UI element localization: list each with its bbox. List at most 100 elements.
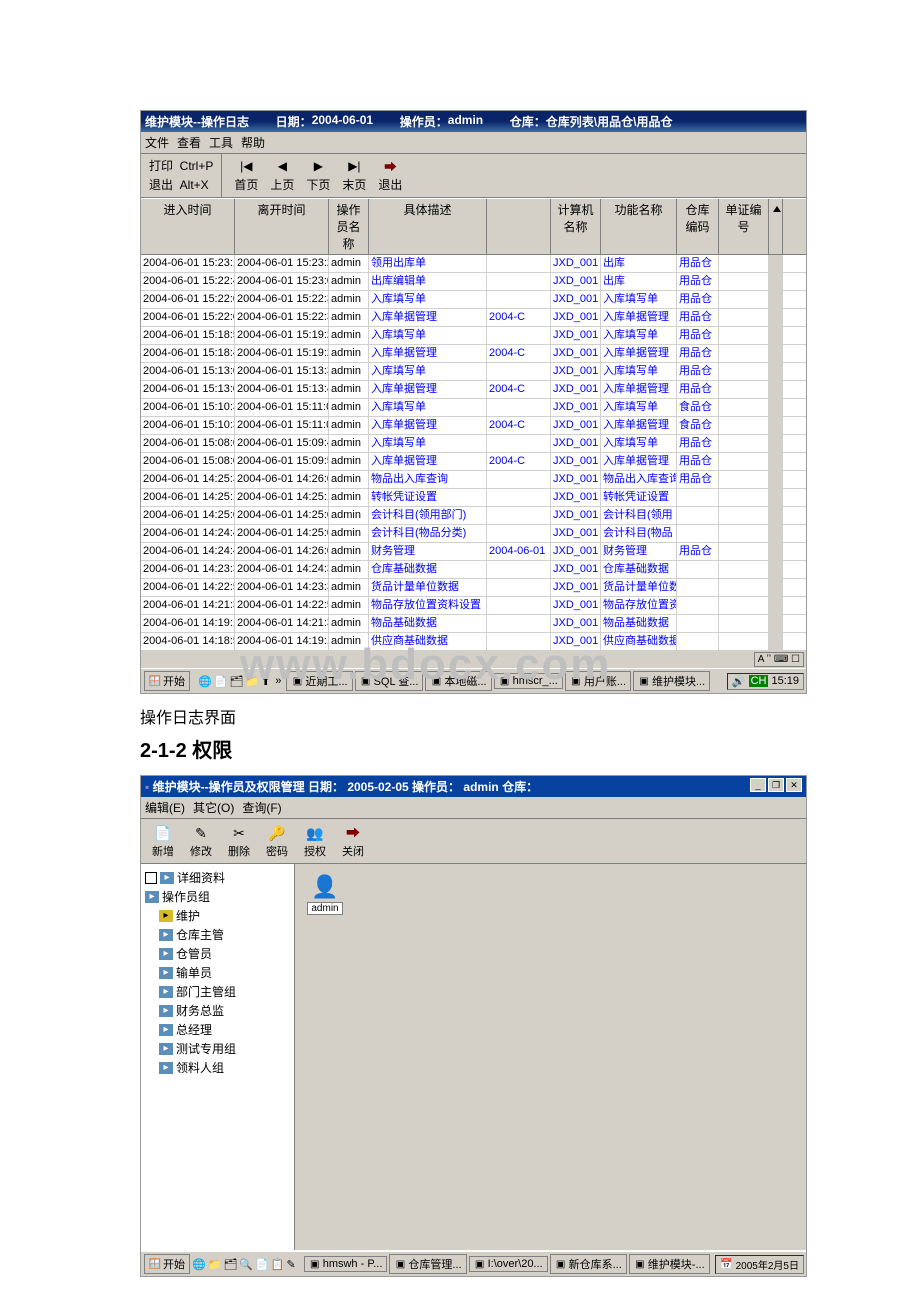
table-row[interactable]: 2004-06-01 15:08:052004-06-01 15:09:49ad…: [141, 435, 806, 453]
table-row[interactable]: 2004-06-01 15:08:022004-06-01 15:09:58ad…: [141, 453, 806, 471]
task-item[interactable]: ▣本地磁...: [425, 671, 491, 691]
task-item[interactable]: ▣I:\over\20...: [469, 1256, 548, 1272]
task-item[interactable]: ▣维护模块-...: [629, 1254, 710, 1274]
table-row[interactable]: 2004-06-01 15:18:472004-06-01 15:19:24ad…: [141, 345, 806, 363]
tree-node[interactable]: ▸测试专用组: [145, 1039, 290, 1058]
table-row[interactable]: 2004-06-01 15:22:002004-06-01 15:22:34ad…: [141, 309, 806, 327]
task-item[interactable]: ▣仓库管理...: [389, 1254, 466, 1274]
task-item[interactable]: ▣SQL 查...: [355, 671, 424, 691]
table-row[interactable]: 2004-06-01 14:24:452004-06-01 14:26:08ad…: [141, 543, 806, 561]
scrollbar[interactable]: [769, 399, 783, 416]
quicklaunch-icon[interactable]: 📄: [214, 675, 228, 688]
task-item[interactable]: ▣近期工...: [286, 671, 352, 691]
table-row[interactable]: 2004-06-01 14:25:112004-06-01 14:25:15ad…: [141, 489, 806, 507]
minimize-button[interactable]: _: [750, 778, 766, 792]
menu-item[interactable]: 其它(O): [193, 801, 234, 815]
table-row[interactable]: 2004-06-01 15:18:502004-06-01 15:19:23ad…: [141, 327, 806, 345]
table-row[interactable]: 2004-06-01 15:13:082004-06-01 15:13:39ad…: [141, 363, 806, 381]
shortcut-item[interactable]: 打印 Ctrl+P: [149, 156, 213, 175]
admin-icon[interactable]: 👤 admin: [305, 874, 345, 915]
col-header[interactable]: 操作员名称: [329, 199, 369, 254]
maximize-button[interactable]: ❐: [768, 778, 784, 792]
col-header[interactable]: [487, 199, 551, 254]
tree-node[interactable]: ▸领料人组: [145, 1058, 290, 1077]
table-row[interactable]: 2004-06-01 15:22:022004-06-01 15:22:33ad…: [141, 291, 806, 309]
quicklaunch-icon[interactable]: ✎: [286, 1258, 295, 1271]
scrollbar[interactable]: [769, 561, 783, 578]
scrollbar[interactable]: [769, 633, 783, 650]
menu-item[interactable]: 帮助: [241, 136, 265, 150]
col-header[interactable]: 功能名称: [601, 199, 677, 254]
col-header[interactable]: 单证编号: [719, 199, 769, 254]
scrollbar[interactable]: [769, 291, 783, 308]
quicklaunch-icon[interactable]: 🌐: [192, 1258, 206, 1271]
table-row[interactable]: 2004-06-01 14:23:342004-06-01 14:24:33ad…: [141, 561, 806, 579]
nav-下页[interactable]: ▶ 下页: [306, 158, 330, 193]
menu-item[interactable]: 查看: [177, 136, 201, 150]
menu-item[interactable]: 工具: [209, 136, 233, 150]
table-row[interactable]: 2004-06-01 15:22:442004-06-01 15:23:09ad…: [141, 273, 806, 291]
col-header[interactable]: 进入时间: [141, 199, 235, 254]
scrollbar[interactable]: [769, 579, 783, 596]
scrollbar[interactable]: [769, 255, 783, 272]
scrollbar[interactable]: [769, 363, 783, 380]
quicklaunch-icon[interactable]: 📄: [255, 1258, 269, 1271]
scrollbar[interactable]: [769, 615, 783, 632]
menu-item[interactable]: 文件: [145, 136, 169, 150]
checkbox-icon[interactable]: [145, 872, 157, 884]
scrollbar[interactable]: [769, 453, 783, 470]
table-row[interactable]: 2004-06-01 14:21:362004-06-01 14:22:52ad…: [141, 597, 806, 615]
scrollbar[interactable]: [769, 381, 783, 398]
scrollbar[interactable]: [769, 435, 783, 452]
tree-node[interactable]: ▸总经理: [145, 1020, 290, 1039]
quicklaunch-icon[interactable]: 📋: [271, 1258, 285, 1271]
start-button[interactable]: 🪟开始: [144, 671, 190, 691]
col-header[interactable]: 具体描述: [369, 199, 487, 254]
shortcut-item[interactable]: 退出 Alt+X: [149, 175, 213, 194]
tree-node[interactable]: ▸输单员: [145, 963, 290, 982]
scrollbar[interactable]: [769, 327, 783, 344]
close-button[interactable]: ✕: [786, 778, 802, 792]
table-row[interactable]: 2004-06-01 15:13:052004-06-01 15:13:40ad…: [141, 381, 806, 399]
toolbtn-授权[interactable]: 👥 授权: [299, 823, 331, 859]
scrollbar[interactable]: [769, 489, 783, 506]
toolbtn-关闭[interactable]: ⮕ 关闭: [337, 823, 369, 859]
scrollbar[interactable]: [769, 471, 783, 488]
col-header[interactable]: 仓库编码: [677, 199, 719, 254]
col-header[interactable]: 离开时间: [235, 199, 329, 254]
task-item[interactable]: ▣用户账...: [565, 671, 631, 691]
quicklaunch-icon[interactable]: 🔍: [239, 1258, 253, 1271]
tree-node[interactable]: ▸部门主管组: [145, 982, 290, 1001]
scroll-up[interactable]: [769, 199, 783, 254]
toolbtn-删除[interactable]: ✂ 删除: [223, 823, 255, 859]
table-row[interactable]: 2004-06-01 14:25:022004-06-01 14:25:09ad…: [141, 507, 806, 525]
tree-node[interactable]: ▸维护: [145, 906, 290, 925]
col-header[interactable]: 计算机名称: [551, 199, 601, 254]
toolbtn-密码[interactable]: 🔑 密码: [261, 823, 293, 859]
nav-上页[interactable]: ◀ 上页: [270, 158, 294, 193]
start-button[interactable]: 🪟开始: [144, 1254, 190, 1274]
tree-node[interactable]: ▸详细资料: [145, 868, 290, 887]
quicklaunch-icon[interactable]: 🗂: [223, 1258, 237, 1271]
quicklaunch-icon[interactable]: 🌐: [198, 675, 212, 688]
scrollbar[interactable]: [769, 543, 783, 560]
table-row[interactable]: 2004-06-01 14:19:142004-06-01 14:21:32ad…: [141, 615, 806, 633]
scrollbar[interactable]: [769, 309, 783, 326]
scrollbar[interactable]: [769, 273, 783, 290]
nav-退出[interactable]: ⮕ 退出: [378, 158, 402, 193]
table-row[interactable]: 2004-06-01 14:18:572004-06-01 14:19:12ad…: [141, 633, 806, 651]
scrollbar[interactable]: [769, 417, 783, 434]
tree-node[interactable]: ▸仓库主管: [145, 925, 290, 944]
table-row[interactable]: 2004-06-01 14:24:462004-06-01 14:25:00ad…: [141, 525, 806, 543]
scrollbar[interactable]: [769, 507, 783, 524]
toolbtn-新增[interactable]: 📄 新增: [147, 823, 179, 859]
table-row[interactable]: 2004-06-01 14:22:582004-06-01 14:23:32ad…: [141, 579, 806, 597]
tree-node[interactable]: ▸操作员组: [145, 887, 290, 906]
task-item[interactable]: ▣hmswh - P...: [304, 1256, 388, 1272]
quicklaunch-icon[interactable]: 📁: [245, 675, 259, 688]
quicklaunch-icon[interactable]: ⬆: [261, 675, 270, 688]
nav-末页[interactable]: ▶| 末页: [342, 158, 366, 193]
tree-node[interactable]: ▸财务总监: [145, 1001, 290, 1020]
table-row[interactable]: 2004-06-01 15:10:342004-06-01 15:11:07ad…: [141, 417, 806, 435]
quicklaunch-icon[interactable]: 🗂: [229, 675, 243, 688]
